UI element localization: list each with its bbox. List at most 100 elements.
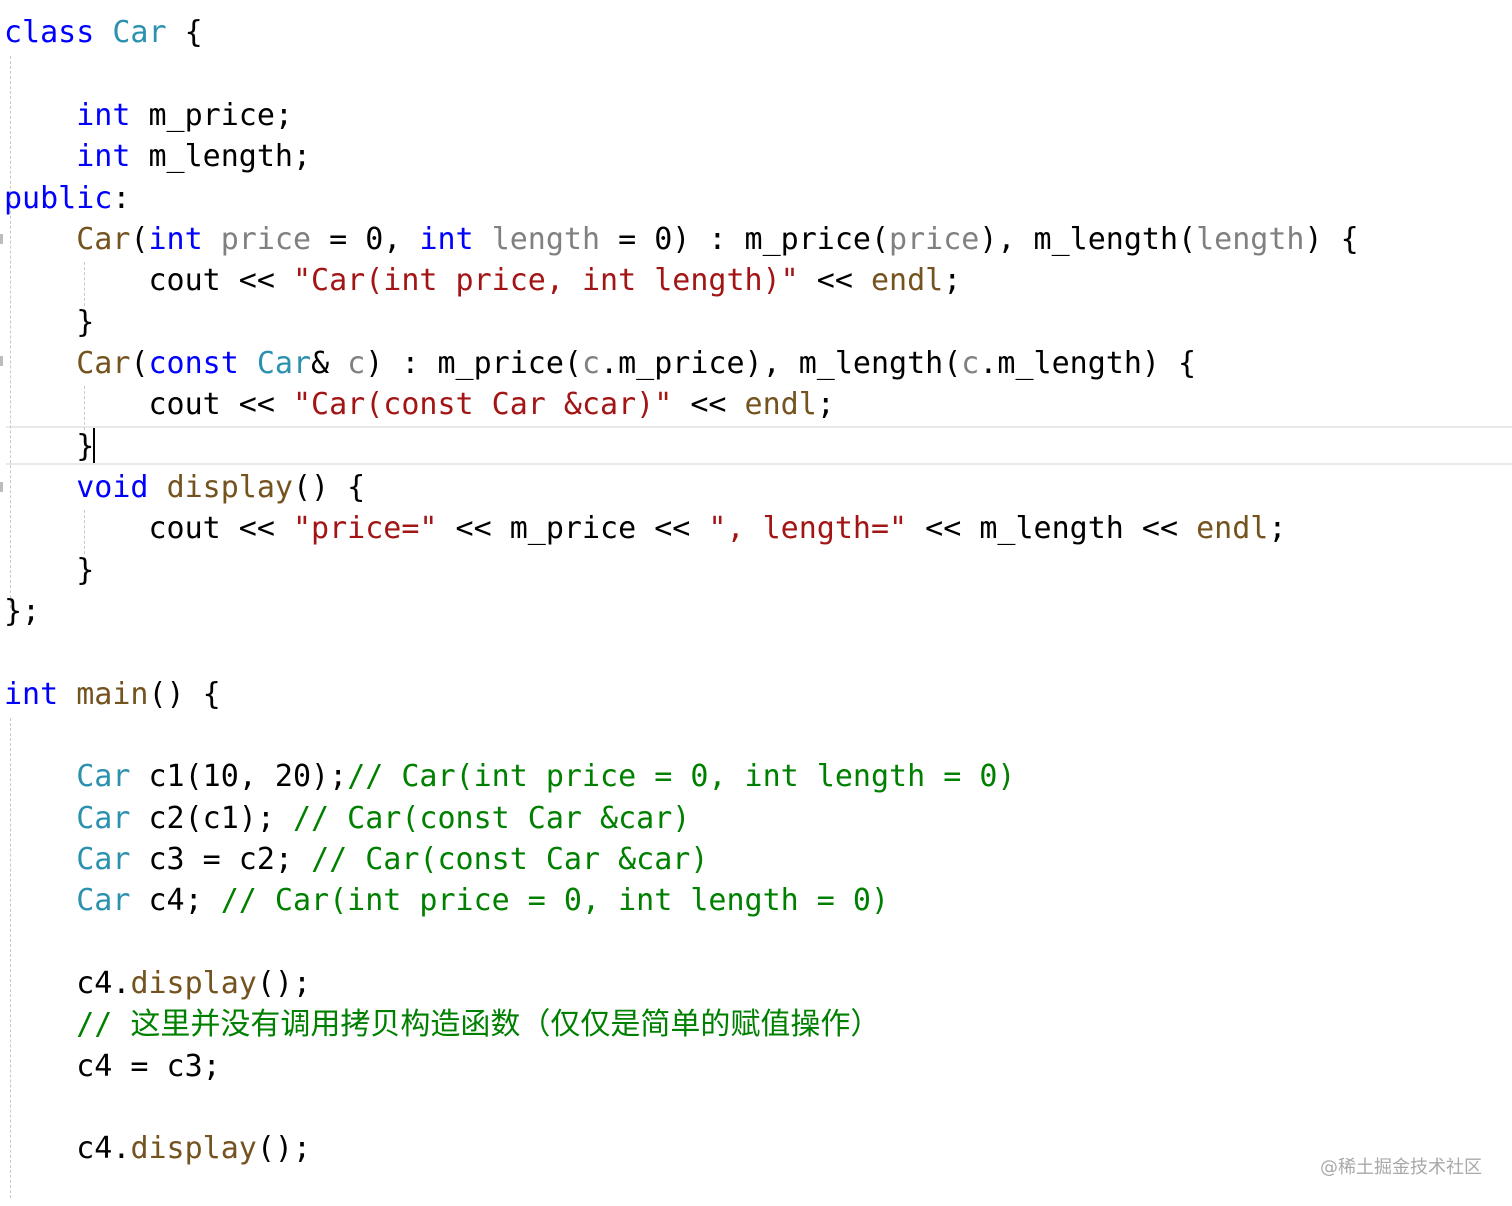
code-token-comment: // Car(const Car &car) bbox=[293, 801, 691, 836]
code-token-plain: } bbox=[4, 429, 95, 464]
code-token-plain: () { bbox=[293, 470, 366, 505]
code-token-plain: << bbox=[798, 263, 871, 298]
code-line[interactable]: c4.display(); bbox=[4, 1128, 311, 1169]
code-token-function: endl bbox=[870, 263, 944, 298]
code-token-plain: = 0, bbox=[311, 222, 420, 257]
fold-marker[interactable] bbox=[0, 482, 3, 492]
code-line[interactable]: } bbox=[4, 426, 94, 467]
code-token-plain: << bbox=[672, 387, 745, 422]
code-token-plain: m_price; bbox=[130, 98, 293, 133]
code-token-keyword: int bbox=[76, 98, 131, 133]
code-line[interactable]: c4 = c3; bbox=[4, 1046, 221, 1087]
code-token-plain: .m_price), m_length( bbox=[600, 346, 962, 381]
code-token-function: display bbox=[166, 470, 293, 505]
code-line[interactable]: c4.display(); bbox=[4, 963, 311, 1004]
code-line[interactable]: } bbox=[4, 550, 94, 591]
code-line[interactable]: Car(int price = 0, int length = 0) : m_p… bbox=[4, 219, 1359, 260]
code-token-parameter: price bbox=[220, 222, 312, 257]
code-token-plain: c1(10, 20); bbox=[130, 759, 348, 794]
code-token-plain: ; bbox=[1268, 511, 1287, 546]
code-token-parameter: length bbox=[1196, 222, 1305, 257]
code-token-type: Car bbox=[76, 759, 131, 794]
code-token-string: ", length=" bbox=[708, 511, 908, 546]
code-token-plain: ; bbox=[816, 387, 835, 422]
code-line[interactable]: Car c4; // Car(int price = 0, int length… bbox=[4, 880, 889, 921]
code-token-function: main bbox=[76, 677, 149, 712]
code-token-plain: m_length; bbox=[130, 139, 312, 174]
code-line[interactable]: Car c3 = c2; // Car(const Car &car) bbox=[4, 839, 708, 880]
code-line[interactable]: class Car { bbox=[4, 12, 203, 53]
code-line[interactable]: public: bbox=[4, 178, 130, 219]
code-token-plain: ( bbox=[130, 222, 149, 257]
code-token-plain: } bbox=[4, 305, 95, 340]
code-token-keyword: const bbox=[148, 346, 239, 381]
code-token-parameter: price bbox=[889, 222, 980, 257]
code-token-string: "price=" bbox=[292, 511, 438, 546]
code-line[interactable]: int m_price; bbox=[4, 95, 293, 136]
code-token-keyword: int bbox=[419, 222, 474, 257]
code-token-plain: ) { bbox=[1304, 222, 1359, 257]
code-token-parameter: c bbox=[961, 346, 980, 381]
code-token-keyword: int bbox=[4, 677, 59, 712]
code-token-plain: } bbox=[4, 553, 95, 588]
code-token-comment: // Car(int price = 0, int length = 0) bbox=[347, 759, 1016, 794]
code-line[interactable]: }; bbox=[4, 591, 40, 632]
code-token-function: display bbox=[130, 1131, 257, 1166]
code-token-plain: { bbox=[166, 15, 203, 50]
code-token-plain: c4 = c3; bbox=[4, 1049, 221, 1084]
fold-marker[interactable] bbox=[0, 234, 3, 244]
code-token-parameter: c bbox=[347, 346, 366, 381]
code-token-plain: ( bbox=[130, 346, 149, 381]
code-line[interactable]: Car c1(10, 20);// Car(int price = 0, int… bbox=[4, 756, 1015, 797]
code-line[interactable]: Car c2(c1); // Car(const Car &car) bbox=[4, 798, 690, 839]
code-line[interactable]: int main() { bbox=[4, 674, 221, 715]
code-token-keyword: class bbox=[4, 15, 95, 50]
code-token-type: Car bbox=[76, 883, 131, 918]
code-token-function: Car bbox=[76, 346, 131, 381]
code-token-comment: // Car(int price = 0, int length = 0) bbox=[220, 883, 890, 918]
code-token-keyword: void bbox=[76, 470, 149, 505]
code-token-type: Car bbox=[112, 15, 167, 50]
current-line-highlight bbox=[6, 426, 1512, 465]
code-token-plain: ; bbox=[943, 263, 962, 298]
code-token-function: endl bbox=[744, 387, 817, 422]
code-token-plain: .m_length) { bbox=[979, 346, 1197, 381]
code-token-plain: cout << bbox=[4, 263, 293, 298]
code-token-plain: c2(c1); bbox=[130, 801, 293, 836]
code-token-plain: c4; bbox=[130, 883, 221, 918]
code-token-function: endl bbox=[1196, 511, 1269, 546]
code-line[interactable]: int m_length; bbox=[4, 136, 311, 177]
code-token-parameter: length bbox=[491, 222, 601, 257]
code-token-plain: (); bbox=[256, 1131, 312, 1166]
code-line[interactable]: // 这里并没有调用拷贝构造函数（仅仅是简单的赋值操作） bbox=[4, 1004, 880, 1045]
code-token-keyword: public bbox=[4, 181, 113, 216]
code-line[interactable]: cout << "Car(int price, int length)" << … bbox=[4, 260, 961, 301]
code-token-comment: // Car(const Car &car) bbox=[311, 842, 709, 877]
code-line[interactable]: cout << "Car(const Car &car)" << endl; bbox=[4, 384, 835, 425]
code-token-plain: c4. bbox=[4, 966, 131, 1001]
code-line[interactable]: cout << "price=" << m_price << ", length… bbox=[4, 508, 1286, 549]
code-line[interactable]: void display() { bbox=[4, 467, 365, 508]
code-editor[interactable]: class Car { int m_price; int m_length; pu… bbox=[0, 0, 1512, 1206]
watermark: @稀土掘金技术社区 bbox=[1320, 1157, 1482, 1178]
fold-marker[interactable] bbox=[0, 356, 3, 366]
code-token-type: Car bbox=[76, 842, 131, 877]
code-token-parameter: c bbox=[582, 346, 601, 381]
code-line[interactable]: Car(const Car& c) : m_price(c.m_price), … bbox=[4, 343, 1196, 384]
code-line[interactable]: } bbox=[4, 302, 94, 343]
code-token-comment: // 这里并没有调用拷贝构造函数（仅仅是简单的赋值操作） bbox=[76, 1007, 881, 1042]
code-token-plain: c4. bbox=[4, 1131, 131, 1166]
code-token-plain: & bbox=[311, 346, 348, 381]
code-token-keyword: int bbox=[148, 222, 203, 257]
